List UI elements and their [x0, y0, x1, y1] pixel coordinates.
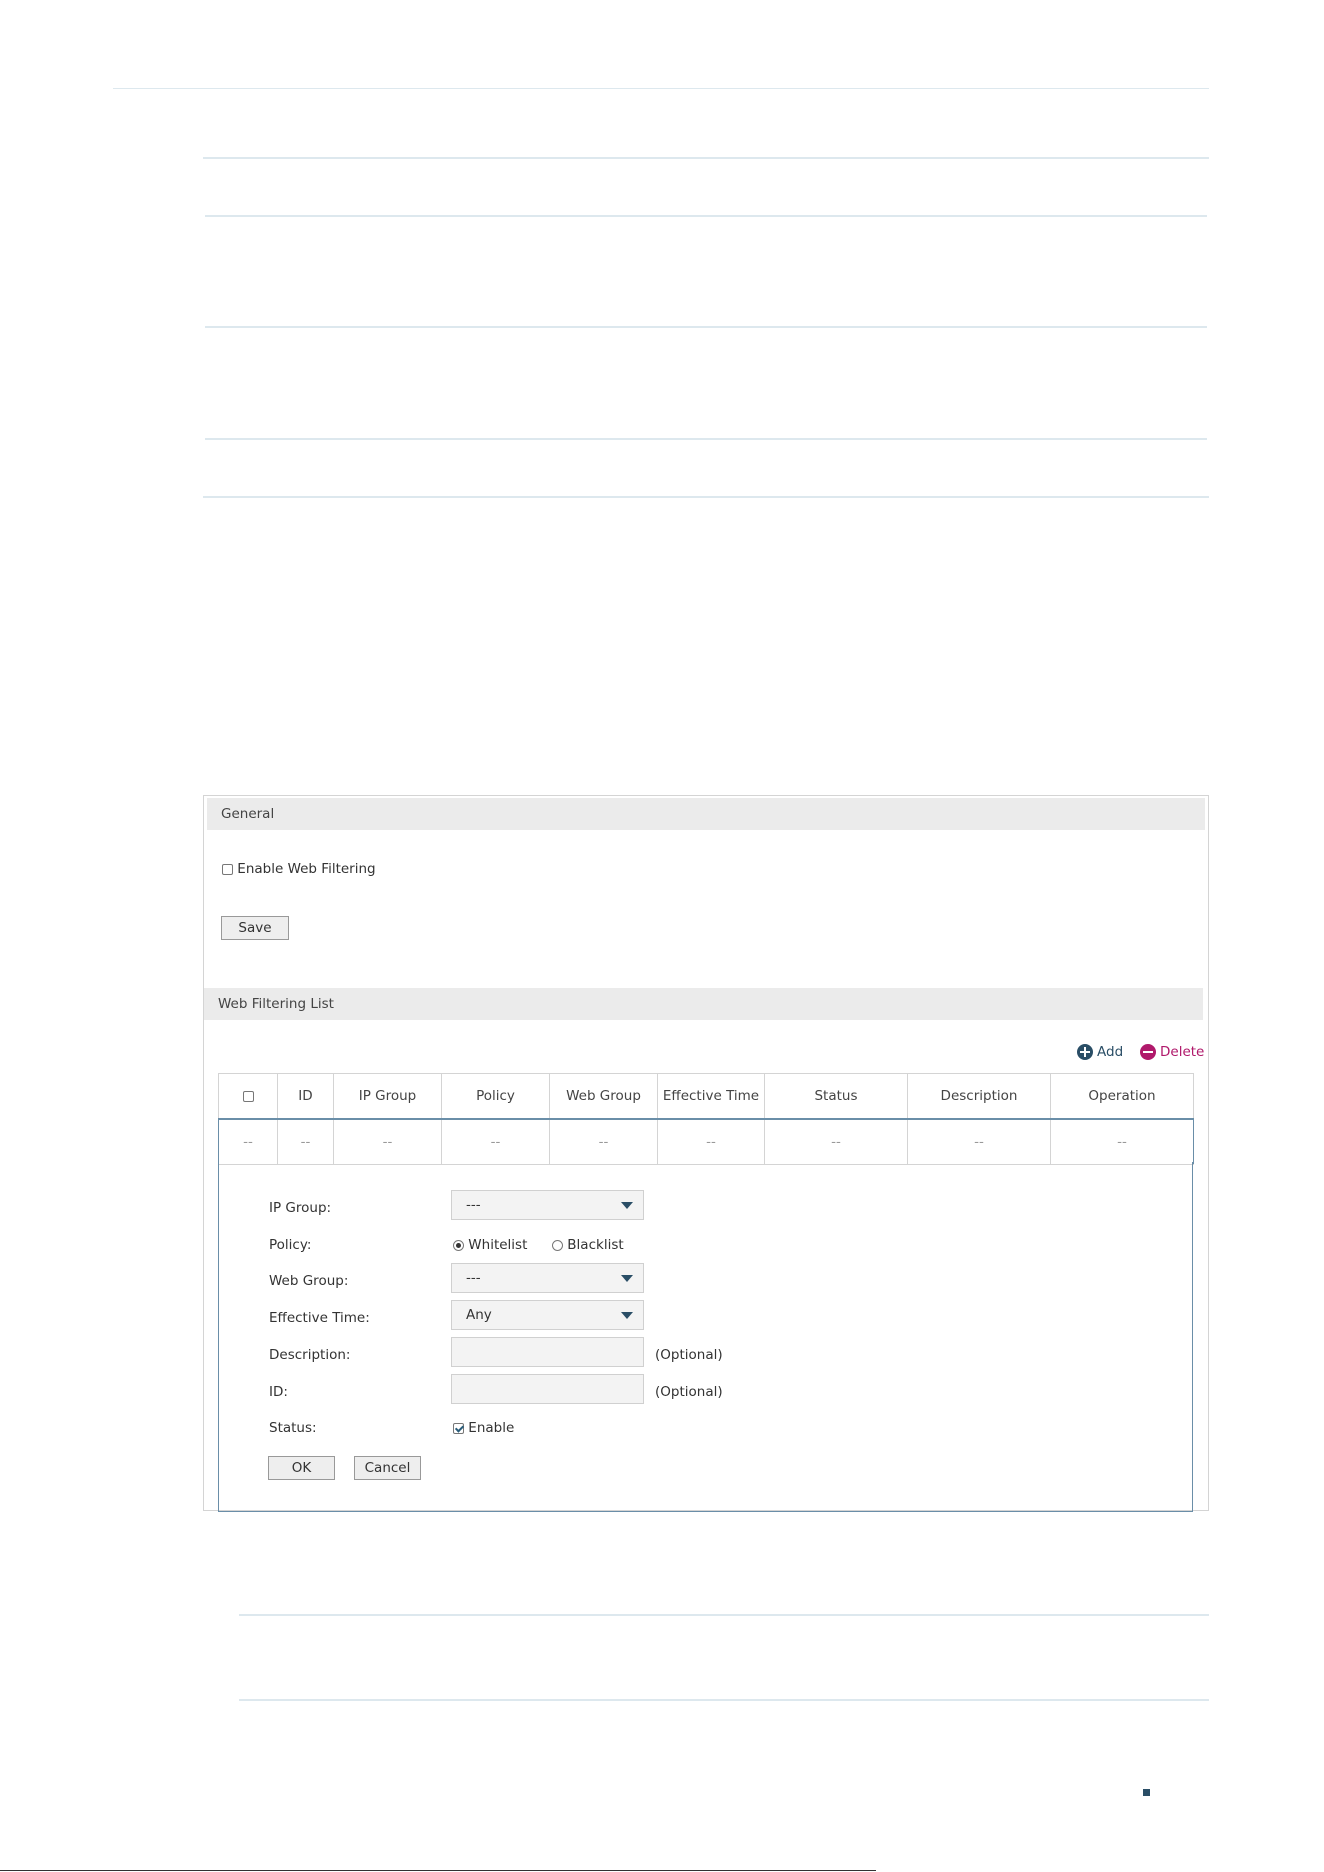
blacklist-radio[interactable] [552, 1239, 563, 1251]
web-group-value: --- [466, 1270, 481, 1286]
whitelist-radio[interactable] [453, 1239, 464, 1251]
id-input[interactable] [451, 1374, 644, 1404]
dropdown-arrow-icon [621, 1202, 633, 1209]
add-label: Add [1097, 1044, 1124, 1060]
status-enable-checkbox[interactable] [453, 1422, 464, 1434]
column-header-ip-group: IP Group [333, 1073, 442, 1120]
add-action[interactable]: Add [1077, 1044, 1123, 1060]
effective-time-value: Any [466, 1307, 492, 1323]
header-rule [113, 88, 1209, 89]
table-rule [205, 438, 1207, 440]
description-input[interactable] [451, 1337, 644, 1367]
table-cell: -- [907, 1118, 1051, 1165]
table-cell: -- [657, 1118, 765, 1165]
entry-editor-panel: IP Group: --- Policy: Whitelist Blacklis… [218, 1162, 1193, 1512]
delete-action[interactable]: Delete [1140, 1044, 1204, 1060]
ok-button[interactable]: OK [268, 1456, 335, 1480]
enable-web-filtering-row[interactable]: Enable Web Filtering [222, 861, 376, 877]
table-rule [205, 326, 1207, 328]
effective-time-select[interactable]: Any [451, 1300, 644, 1330]
table-rule [203, 496, 1209, 498]
column-header-effective-time: Effective Time [657, 1073, 765, 1120]
note-rule [239, 1614, 1209, 1616]
enable-web-filtering-label: Enable Web Filtering [237, 861, 376, 877]
table-rule [203, 157, 1209, 159]
policy-whitelist-option[interactable]: Whitelist [453, 1237, 527, 1253]
dropdown-arrow-icon [621, 1312, 633, 1319]
table-cell: -- [218, 1118, 278, 1165]
web-filtering-table: ID IP Group Policy Web Group Effective T… [218, 1073, 1194, 1165]
column-header-description: Description [907, 1073, 1051, 1120]
enable-web-filtering-checkbox[interactable] [222, 863, 233, 875]
description-optional-hint: (Optional) [655, 1347, 723, 1363]
column-header-status: Status [764, 1073, 908, 1120]
table-rule [205, 215, 1207, 217]
table-cell: -- [549, 1118, 658, 1165]
footer-rule [0, 1870, 876, 1871]
id-label: ID: [269, 1384, 288, 1400]
id-optional-hint: (Optional) [655, 1384, 723, 1400]
web-group-select[interactable]: --- [451, 1263, 644, 1293]
table-header-row: ID IP Group Policy Web Group Effective T… [218, 1073, 1194, 1120]
ip-group-label: IP Group: [269, 1200, 332, 1216]
effective-time-label: Effective Time: [269, 1310, 370, 1326]
status-enable-row[interactable]: Enable [453, 1420, 514, 1436]
select-all-cell[interactable] [218, 1073, 278, 1120]
page-marker-square [1143, 1789, 1150, 1796]
column-header-operation: Operation [1050, 1073, 1194, 1120]
status-label: Status: [269, 1420, 317, 1436]
table-row: -- -- -- -- -- -- -- -- -- [218, 1118, 1194, 1165]
policy-blacklist-option[interactable]: Blacklist [552, 1237, 624, 1253]
policy-label: Policy: [269, 1237, 312, 1253]
blacklist-label: Blacklist [567, 1237, 624, 1253]
select-all-checkbox[interactable] [242, 1090, 254, 1102]
web-filtering-list-header: Web Filtering List [204, 988, 1203, 1020]
column-header-web-group: Web Group [549, 1073, 658, 1120]
column-header-id: ID [277, 1073, 334, 1120]
table-cell: -- [764, 1118, 908, 1165]
status-enable-label: Enable [468, 1420, 515, 1436]
table-cell: -- [441, 1118, 550, 1165]
save-button[interactable]: Save [221, 916, 289, 940]
column-header-policy: Policy [441, 1073, 550, 1120]
ip-group-value: --- [466, 1197, 481, 1213]
minus-circle-icon [1140, 1044, 1156, 1060]
whitelist-label: Whitelist [468, 1237, 528, 1253]
web-group-label: Web Group: [269, 1273, 349, 1289]
ip-group-select[interactable]: --- [451, 1190, 644, 1220]
plus-circle-icon [1077, 1044, 1093, 1060]
table-cell: -- [1050, 1118, 1194, 1165]
general-section-header: General [207, 798, 1205, 830]
cancel-button[interactable]: Cancel [354, 1456, 421, 1480]
table-cell: -- [277, 1118, 334, 1165]
delete-label: Delete [1160, 1044, 1205, 1060]
dropdown-arrow-icon [621, 1275, 633, 1282]
web-filtering-screenshot: General Enable Web Filtering Save Web Fi… [203, 795, 1209, 1512]
note-rule [239, 1699, 1209, 1701]
description-label: Description: [269, 1347, 351, 1363]
table-cell: -- [333, 1118, 442, 1165]
